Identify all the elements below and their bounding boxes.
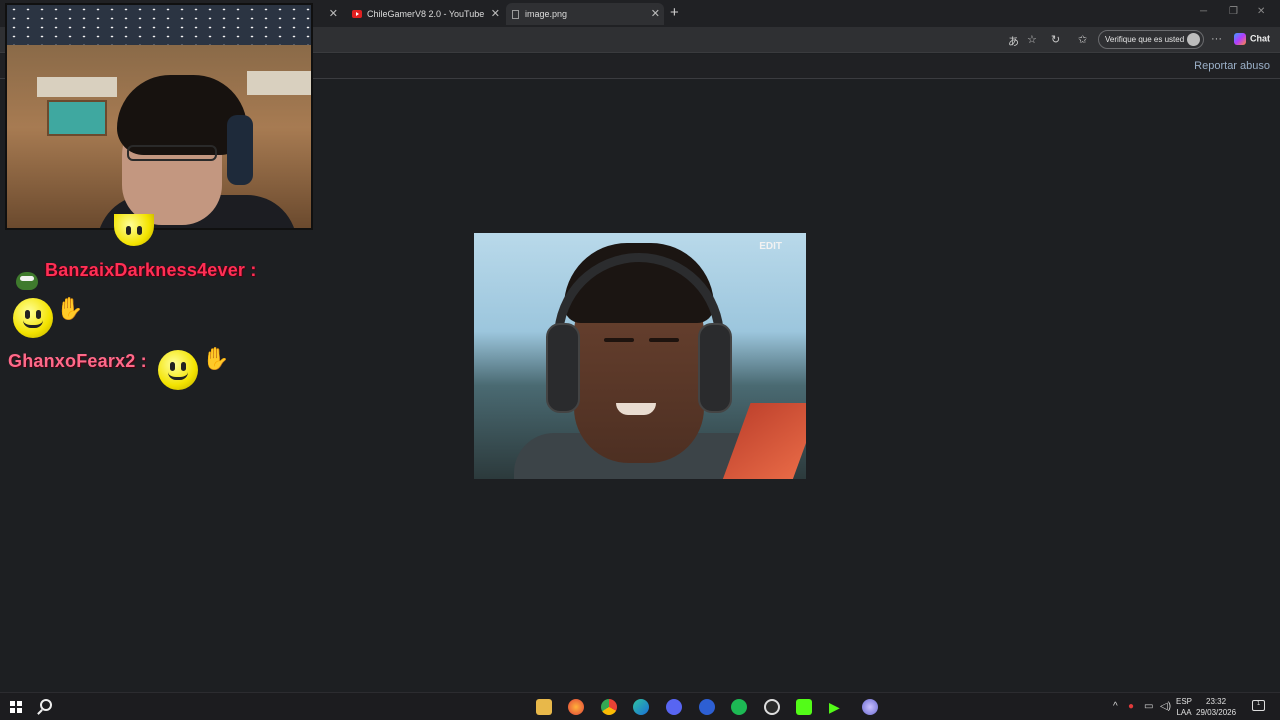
network-icon[interactable]: ▭: [1144, 701, 1153, 712]
language-indicator[interactable]: ESP LAA: [1176, 696, 1192, 718]
kick-icon[interactable]: [796, 699, 812, 715]
app-icon[interactable]: [699, 699, 715, 715]
tab-title: ChileGamerV8 2.0 - YouTube: [367, 9, 485, 19]
favorite-star-icon[interactable]: ☆: [1027, 33, 1037, 46]
close-icon[interactable]: ✕: [329, 7, 338, 20]
firefox-icon[interactable]: [568, 699, 584, 715]
report-abuse-link[interactable]: Reportar abuso: [1194, 60, 1270, 72]
chevron-up-icon[interactable]: ^: [1113, 701, 1118, 712]
smiley-emote: [158, 350, 198, 390]
lang-bottom: LAA: [1176, 708, 1192, 717]
play-icon[interactable]: ▶: [829, 699, 845, 715]
chat-username: BanzaixDarkness4ever :: [45, 260, 257, 280]
chrome-icon[interactable]: [601, 699, 617, 715]
profile-verify-button[interactable]: Verifique que es usted: [1098, 30, 1204, 49]
translate-icon[interactable]: あ: [1008, 33, 1019, 49]
headphone-left: [546, 323, 580, 413]
antivirus-icon[interactable]: ●: [1128, 701, 1134, 712]
image-eye: [649, 338, 679, 342]
image-smile: [616, 403, 656, 415]
file-icon: [512, 9, 519, 19]
copilot-icon: [1234, 33, 1246, 45]
tab-youtube[interactable]: ChileGamerV8 2.0 - YouTube ✕: [344, 3, 504, 25]
image-person: [546, 243, 732, 479]
screen: ✕ ChileGamerV8 2.0 - YouTube ✕ image.png…: [0, 0, 1280, 720]
webcam-overlay: [5, 3, 313, 230]
chat-username: GhanxoFearx2 :: [8, 351, 147, 371]
close-icon[interactable]: ✕: [651, 7, 660, 20]
wave-hand-icon: ✋: [56, 296, 84, 321]
wave-hand-icon: ✋: [202, 346, 230, 371]
more-icon[interactable]: ···: [1211, 33, 1222, 45]
refresh-icon[interactable]: ↻: [1051, 33, 1060, 46]
favorites-icon[interactable]: ✩: [1078, 33, 1087, 46]
lang-top: ESP: [1176, 697, 1193, 706]
avatar: [1187, 33, 1200, 46]
minimize-icon[interactable]: ─: [1200, 6, 1207, 17]
file-explorer-icon[interactable]: [536, 699, 552, 715]
clock[interactable]: 23:32 29/03/2026: [1196, 696, 1236, 718]
image-eye: [604, 338, 634, 342]
tab-title: image.png: [525, 9, 568, 19]
close-icon[interactable]: ✕: [491, 7, 500, 20]
headphone-right: [698, 323, 732, 413]
chat-label: Chat: [1250, 33, 1270, 44]
webcam-streamer: [97, 75, 297, 228]
windows-start-icon[interactable]: [10, 701, 22, 713]
search-icon[interactable]: [40, 699, 52, 711]
tab-image[interactable]: image.png ✕: [506, 3, 664, 25]
clock-time: 23:32: [1206, 697, 1227, 706]
volume-icon[interactable]: ◁): [1160, 701, 1171, 712]
webcam-ceiling-lights: [7, 5, 311, 45]
pepe-badge-icon: [16, 272, 38, 290]
windows-taskbar: ▶ ^ ● ▭ ◁) ESP LAA 23:32 29/03/2026 1: [0, 692, 1280, 720]
close-window-icon[interactable]: ✕: [1257, 6, 1265, 17]
viewed-image: EDIT: [474, 233, 806, 479]
app-icon[interactable]: [862, 699, 878, 715]
tab-partial[interactable]: ✕: [320, 3, 342, 25]
smiley-emote-partial: [114, 214, 154, 246]
copilot-chat-button[interactable]: Chat: [1234, 33, 1270, 45]
verify-label: Verifique que es usted: [1105, 35, 1185, 44]
new-tab-button[interactable]: +: [670, 4, 679, 21]
edge-icon[interactable]: [633, 699, 649, 715]
smiley-emote: [13, 298, 53, 338]
notification-center-icon[interactable]: 1: [1252, 700, 1265, 711]
streamer-headset: [227, 115, 253, 185]
clock-date: 29/03/2026: [1196, 708, 1237, 717]
restore-icon[interactable]: ❐: [1229, 6, 1238, 17]
youtube-icon: [352, 10, 362, 18]
streamer-glasses: [127, 145, 217, 161]
discord-icon[interactable]: [666, 699, 682, 715]
image-edit-tag: EDIT: [759, 241, 782, 252]
spotify-icon[interactable]: [731, 699, 747, 715]
obs-icon[interactable]: [764, 699, 780, 715]
